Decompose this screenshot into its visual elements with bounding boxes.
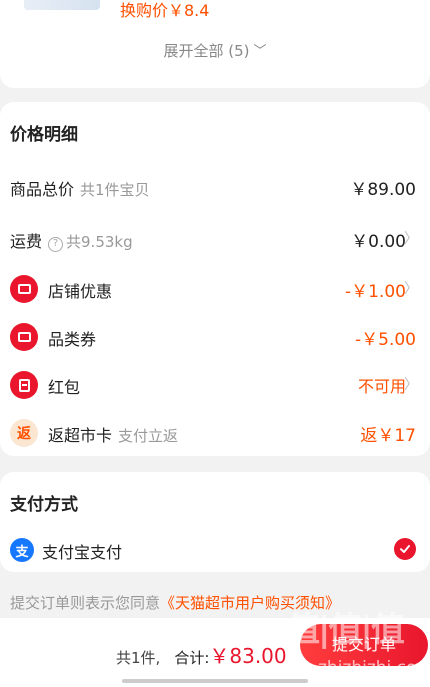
row-shipping[interactable]: 运费? 共9.53kg ￥0.00 〉 <box>0 220 430 256</box>
red-packet-value: 不可用 <box>357 377 406 396</box>
total-amount: ￥83.00 <box>209 644 287 668</box>
order-summary: 共1件, 合计:￥83.00 <box>116 640 287 669</box>
total-label: 合计: <box>174 649 210 667</box>
row-red-packet[interactable]: 红包 不可用 〉 <box>0 366 430 402</box>
watermark-logo: 值|值|值 <box>286 610 405 650</box>
item-count: 共1件, <box>116 649 161 667</box>
cashback-icon: 返 <box>10 419 38 447</box>
category-coupon-value: -￥5.00 <box>355 330 416 350</box>
payment-title: 支付方式 <box>10 495 78 515</box>
store-discount-value: -￥1.00 <box>345 282 406 302</box>
alipay-icon: 支 <box>10 538 34 562</box>
expand-all-label: 展开全部 (5) <box>163 42 250 60</box>
coupon-icon <box>10 275 38 303</box>
shipping-label: 运费 <box>10 232 43 251</box>
chevron-down-icon: ﹀ <box>253 44 267 59</box>
payment-method-label[interactable]: 支付宝支付 <box>42 539 122 563</box>
row-goods-total: 商品总价 共1件宝贝 ￥89.00 <box>0 168 430 204</box>
agreement-prefix: 提交订单则表示您同意 <box>10 594 161 612</box>
help-icon[interactable]: ? <box>48 237 64 252</box>
home-indicator <box>122 679 308 683</box>
row-category-coupon[interactable]: 品类券 -￥5.00 <box>0 318 430 354</box>
exchange-price: 换购价￥8.4 <box>120 1 210 20</box>
order-items-card: 换购价￥8.4 展开全部 (5) ﹀ <box>0 0 430 88</box>
coupon-icon <box>10 323 38 351</box>
shipping-weight: 共9.53kg <box>66 233 133 251</box>
expand-all-button[interactable]: 展开全部 (5) ﹀ <box>0 40 430 61</box>
red-packet-label: 红包 <box>48 378 81 397</box>
shipping-value: ￥0.00 <box>351 232 406 252</box>
supermarket-card-label: 返超市卡 <box>48 426 113 445</box>
chevron-right-icon: 〉 <box>404 377 418 393</box>
watermark-url: zhizhizhi.com <box>318 658 430 678</box>
category-coupon-label: 品类券 <box>48 330 97 349</box>
goods-count: 共1件宝贝 <box>80 181 150 199</box>
row-supermarket-card: 返 返超市卡 支付立返 返￥17 <box>0 414 430 450</box>
cashback-note: 支付立返 <box>118 427 179 445</box>
chevron-right-icon: 〉 <box>404 281 418 297</box>
check-icon[interactable] <box>394 538 416 560</box>
row-store-discount[interactable]: 店铺优惠 -￥1.00 〉 <box>0 270 430 306</box>
red-packet-icon <box>10 371 38 399</box>
goods-total-value: ￥89.00 <box>350 180 416 200</box>
chevron-right-icon: 〉 <box>404 231 418 247</box>
price-detail-card: 价格明细 商品总价 共1件宝贝 ￥89.00 运费? 共9.53kg ￥0.00 〉… <box>0 102 430 456</box>
store-discount-label: 店铺优惠 <box>48 282 113 301</box>
price-detail-title: 价格明细 <box>10 125 78 145</box>
supermarket-card-value: 返￥17 <box>360 426 416 446</box>
product-thumbnail <box>24 0 100 10</box>
goods-total-label: 商品总价 <box>10 180 75 199</box>
